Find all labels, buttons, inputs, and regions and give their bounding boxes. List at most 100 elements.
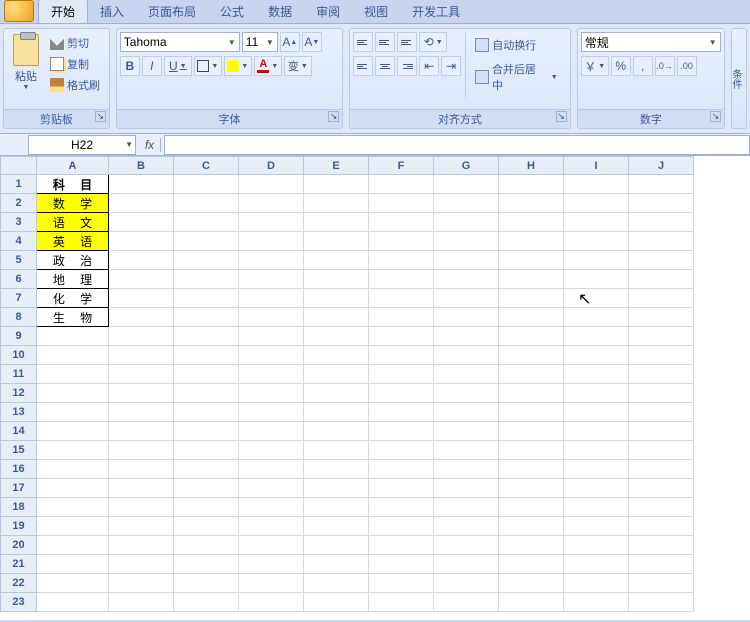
col-header[interactable]: E [304,157,369,175]
align-center-button[interactable] [375,56,395,76]
cell[interactable] [304,460,369,479]
cell[interactable] [629,441,694,460]
cell[interactable] [629,251,694,270]
cell[interactable] [304,213,369,232]
cell[interactable] [564,593,629,612]
increase-indent-button[interactable]: ⇥ [441,56,461,76]
cell[interactable] [564,517,629,536]
tab-4[interactable]: 数据 [256,0,304,23]
cell[interactable] [37,403,109,422]
cell[interactable] [499,175,564,194]
row-header[interactable]: 1 [1,175,37,194]
cell[interactable] [434,365,499,384]
decrease-indent-button[interactable]: ⇤ [419,56,439,76]
cell[interactable] [174,555,239,574]
row-header[interactable]: 18 [1,498,37,517]
cell[interactable] [304,403,369,422]
bold-button[interactable]: B [120,56,140,76]
cell[interactable] [37,479,109,498]
fx-button[interactable]: fx [139,138,161,152]
cell[interactable] [239,441,304,460]
cell[interactable] [239,346,304,365]
cell[interactable] [109,498,174,517]
cell[interactable] [109,536,174,555]
cut-button[interactable]: 剪切 [47,34,103,52]
cell[interactable] [369,251,434,270]
cell[interactable] [434,384,499,403]
cell[interactable] [37,346,109,365]
cell[interactable] [434,308,499,327]
cell[interactable] [239,232,304,251]
cell[interactable] [369,517,434,536]
row-header[interactable]: 11 [1,365,37,384]
cell[interactable] [304,479,369,498]
cell[interactable] [629,175,694,194]
cell[interactable] [369,593,434,612]
cell[interactable] [109,441,174,460]
cell[interactable] [434,441,499,460]
cell[interactable] [239,213,304,232]
cell[interactable] [499,327,564,346]
cell[interactable] [174,308,239,327]
cell[interactable] [564,460,629,479]
cell[interactable] [629,422,694,441]
cell[interactable] [369,384,434,403]
row-header[interactable]: 6 [1,270,37,289]
cell[interactable] [109,517,174,536]
col-header[interactable]: B [109,157,174,175]
cell[interactable] [304,194,369,213]
cell[interactable] [37,422,109,441]
cell[interactable] [109,403,174,422]
decrease-decimal-button[interactable]: .00 [677,56,697,76]
cell[interactable] [304,232,369,251]
cell[interactable] [109,327,174,346]
underline-button[interactable]: U▼ [164,56,192,76]
cell[interactable] [304,422,369,441]
cell[interactable] [434,194,499,213]
decrease-font-button[interactable]: A▼ [302,32,322,52]
cell[interactable] [564,441,629,460]
cell[interactable] [369,365,434,384]
font-size-combo[interactable]: 11▼ [242,32,278,52]
cell[interactable] [304,270,369,289]
cell[interactable] [369,213,434,232]
cell[interactable] [304,536,369,555]
cell[interactable] [174,194,239,213]
col-header[interactable]: D [239,157,304,175]
cell[interactable] [239,308,304,327]
cell[interactable] [564,346,629,365]
row-header[interactable]: 12 [1,384,37,403]
cell[interactable] [174,403,239,422]
tab-5[interactable]: 审阅 [304,0,352,23]
cond-format-label[interactable]: 条件 [732,29,746,128]
cell[interactable] [304,517,369,536]
cell[interactable] [109,460,174,479]
cell[interactable] [629,555,694,574]
cell[interactable] [304,593,369,612]
cell[interactable] [109,289,174,308]
cell[interactable] [174,574,239,593]
cell[interactable] [629,517,694,536]
cell[interactable] [109,555,174,574]
cell[interactable] [629,365,694,384]
cell[interactable] [304,327,369,346]
cell[interactable] [434,289,499,308]
merge-center-button[interactable]: 合并后居中▼ [472,60,560,94]
cell[interactable] [564,555,629,574]
cell[interactable] [109,270,174,289]
cell[interactable] [369,289,434,308]
row-header[interactable]: 13 [1,403,37,422]
cell[interactable] [434,555,499,574]
col-header[interactable]: F [369,157,434,175]
cell[interactable] [564,536,629,555]
cell[interactable] [499,308,564,327]
col-header[interactable]: A [37,157,109,175]
cell[interactable] [499,346,564,365]
cell[interactable] [239,422,304,441]
cell[interactable] [629,536,694,555]
cell[interactable] [37,460,109,479]
col-header[interactable]: C [174,157,239,175]
increase-font-button[interactable]: A▲ [280,32,300,52]
cell[interactable] [369,536,434,555]
cell[interactable] [369,460,434,479]
